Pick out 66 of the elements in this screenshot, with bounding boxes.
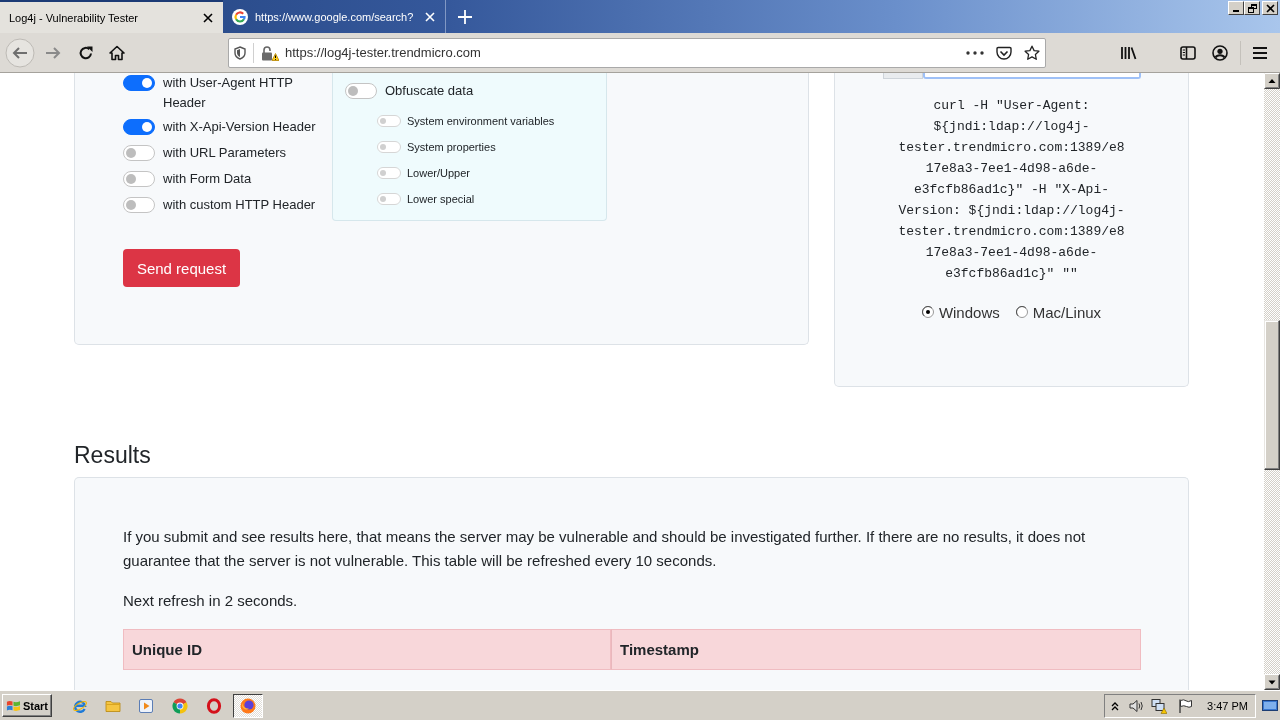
option-label: Lower special [407, 193, 475, 205]
column-header: Timestamp [611, 629, 1141, 670]
taskbar-button[interactable] [233, 693, 263, 718]
option-label: System properties [407, 141, 496, 153]
curl-command-text: curl -H "User-Agent: ${jndi:ldap://log4j-tester.trendmicro.com:1389/e817e8a3-7ee1-4d98-a6de-e3fcfb86ad1c}" -H "X-Api-Version: ${jndi:ldap://log4j-tester.trendmicro.com:1389/e817e8a3-7ee1-4d98-a6de-e3fcfb86ad1c}" "" [897, 97, 1126, 283]
radio-label: Mac/Linux [1032, 303, 1102, 321]
toggle-switch[interactable] [123, 75, 155, 91]
minimize-button[interactable] [1228, 1, 1244, 15]
opera-icon[interactable] [206, 697, 222, 714]
option-label: with X-Api-Version Header [163, 118, 317, 136]
radio-label: Windows [938, 303, 1000, 321]
scroll-down-button[interactable] [1264, 674, 1280, 690]
restore-button[interactable] [1244, 1, 1260, 15]
scrollbar-thumb[interactable] [1264, 320, 1280, 470]
chevron-up-icon[interactable] [1111, 700, 1120, 711]
menu-icon[interactable] [1252, 44, 1268, 61]
refresh-countdown-text: Next refresh in 2 seconds. [123, 591, 298, 611]
radio-button[interactable] [921, 306, 934, 318]
scroll-up-button[interactable] [1264, 73, 1280, 89]
option-label: with URL Parameters [163, 144, 288, 162]
network-icon[interactable] [1151, 697, 1168, 714]
description-text: If you submit and see results here, that means the server may be vulnerable and should be investigated further. If there are no results, it does not guarantee that the server is not vulnerable. This table will be refreshed every 10 seconds. [123, 527, 1087, 571]
toggle-switch[interactable] [123, 197, 155, 213]
option-label: Obfuscate data [385, 82, 475, 100]
clock-text: 3:47 PM [1207, 699, 1248, 712]
chrome-icon[interactable] [172, 697, 188, 714]
flag-icon[interactable] [1177, 697, 1194, 714]
more-icon[interactable] [966, 50, 984, 55]
toggle-switch[interactable] [123, 119, 155, 135]
star-icon[interactable] [1024, 44, 1040, 61]
address-bar[interactable]: https://log4j-tester.trendmicro.com [228, 37, 1046, 68]
account-icon[interactable] [1212, 44, 1228, 61]
url-text: https://log4j-tester.trendmicro.com [285, 45, 481, 60]
option-label: with Form Data [163, 170, 253, 188]
radio-button[interactable] [1015, 306, 1028, 318]
close-icon [1265, 3, 1275, 13]
library-icon[interactable] [1120, 44, 1138, 61]
home-icon[interactable] [109, 44, 125, 61]
option-label: Lower/Upper [407, 167, 470, 179]
media-player-icon[interactable] [138, 697, 154, 714]
show-desktop-icon[interactable] [1262, 698, 1278, 713]
section-heading: Results [74, 441, 151, 469]
pocket-icon[interactable] [996, 44, 1012, 61]
option-label: with custom HTTP Header [163, 196, 317, 214]
close-icon[interactable] [203, 12, 213, 23]
reload-icon[interactable] [78, 44, 94, 61]
column-header: Unique ID [123, 629, 611, 670]
plus-icon[interactable] [458, 9, 472, 24]
shield-icon[interactable] [234, 45, 246, 60]
browser-tab[interactable]: Log4j - Vulnerability Tester [0, 0, 223, 33]
restore-icon [1247, 3, 1257, 13]
close-window-button[interactable] [1262, 1, 1278, 15]
minimize-icon [1233, 10, 1239, 12]
option-label: System environment variables [407, 115, 555, 127]
start-button[interactable]: Start [2, 694, 52, 717]
back-icon[interactable] [5, 37, 35, 68]
toggle-switch[interactable] [123, 145, 155, 161]
lock-warning-icon[interactable] [261, 44, 279, 61]
toggle-switch[interactable] [123, 171, 155, 187]
speaker-icon[interactable] [1128, 697, 1145, 714]
windows-logo-icon [6, 698, 21, 713]
sidebar-icon[interactable] [1180, 44, 1196, 61]
send-request-button[interactable]: Send request [123, 249, 240, 287]
firefox-icon [240, 697, 256, 714]
toggle-switch[interactable] [345, 83, 377, 99]
input-field[interactable] [923, 73, 1141, 79]
